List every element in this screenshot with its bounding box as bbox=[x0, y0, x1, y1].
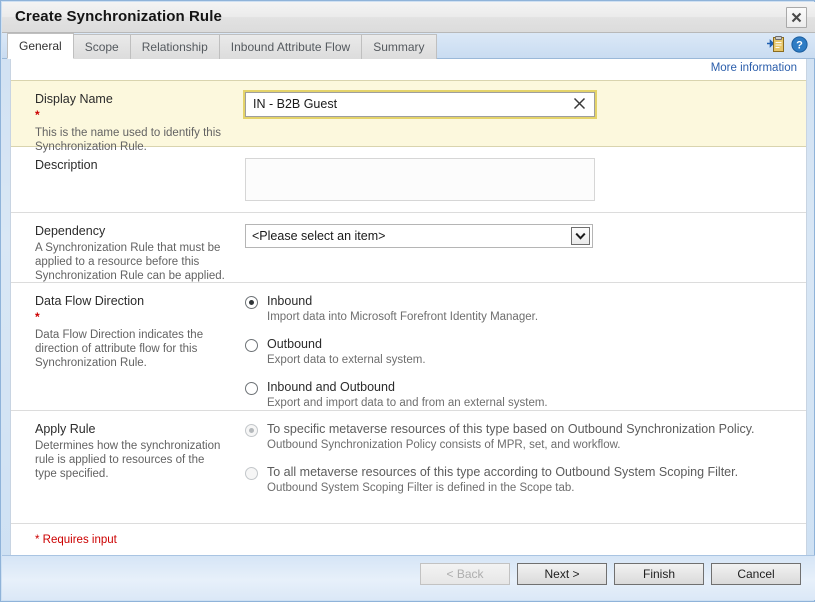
description-field-col bbox=[226, 158, 806, 201]
page-title: Create Synchronization Rule bbox=[15, 8, 222, 25]
data-flow-direction-label-col: Data Flow Direction * Data Flow Directio… bbox=[11, 294, 226, 399]
tab-inbound-attribute-flow[interactable]: Inbound Attribute Flow bbox=[219, 34, 363, 59]
more-information-row: More information bbox=[11, 59, 806, 80]
dependency-field-col: <Please select an item> bbox=[226, 224, 806, 271]
general-tab-panel: More information Display Name * This is … bbox=[10, 59, 807, 557]
tab-relationship-label: Relationship bbox=[141, 40, 208, 54]
finish-button[interactable]: Finish bbox=[614, 563, 704, 585]
apply-rule-title: Apply Rule bbox=[35, 422, 96, 436]
radio-inbound-and-outbound-label: Inbound and Outbound bbox=[267, 380, 395, 394]
cancel-button[interactable]: Cancel bbox=[711, 563, 801, 585]
description-textarea[interactable] bbox=[245, 158, 595, 201]
radio-inbound-and-outbound-text: Inbound and Outbound Export and import d… bbox=[258, 380, 548, 410]
display-name-title: Display Name bbox=[35, 92, 113, 106]
data-flow-direction-required-marker: * bbox=[35, 310, 40, 324]
display-name-field-col bbox=[226, 90, 806, 135]
display-name-input-wrapper[interactable] bbox=[243, 90, 597, 119]
radio-inbound-mark[interactable] bbox=[245, 296, 258, 309]
content-bottom-divider bbox=[11, 523, 806, 524]
footer-button-group: < Back Next > Finish Cancel bbox=[420, 563, 801, 585]
tab-scope-label: Scope bbox=[84, 40, 119, 54]
section-data-flow-direction: Data Flow Direction * Data Flow Directio… bbox=[11, 282, 806, 410]
radio-specific-metaverse-resources-sublabel: Outbound Synchronization Policy consists… bbox=[267, 439, 621, 451]
radio-all-metaverse-resources-sublabel: Outbound System Scoping Filter is define… bbox=[267, 482, 575, 494]
display-name-label-col: Display Name * This is the name used to … bbox=[11, 92, 226, 153]
description-label-col: Description bbox=[11, 158, 226, 201]
dependency-select[interactable]: <Please select an item> bbox=[245, 224, 593, 248]
radio-outbound-label: Outbound bbox=[267, 337, 322, 351]
tab-list: General Scope Relationship Inbound Attri… bbox=[7, 33, 437, 59]
apply-rule-description: Determines how the synchronization rule … bbox=[35, 440, 221, 480]
display-name-required-marker: * bbox=[35, 108, 40, 122]
finish-button-label: Finish bbox=[642, 567, 675, 581]
title-bar: Create Synchronization Rule bbox=[2, 2, 815, 33]
tab-general-label: General bbox=[19, 39, 62, 53]
tab-general[interactable]: General bbox=[7, 33, 74, 59]
dependency-description: A Synchronization Rule that must be appl… bbox=[35, 242, 225, 282]
description-title: Description bbox=[35, 158, 98, 172]
section-dependency: Dependency A Synchronization Rule that m… bbox=[11, 212, 806, 282]
tab-summary-label: Summary bbox=[373, 40, 425, 54]
radio-outbound[interactable]: Outbound Export data to external system. bbox=[245, 337, 806, 367]
cancel-button-label: Cancel bbox=[737, 567, 775, 581]
dialog-footer: < Back Next > Finish Cancel bbox=[2, 555, 815, 600]
radio-inbound-and-outbound[interactable]: Inbound and Outbound Export and import d… bbox=[245, 380, 806, 410]
apply-rule-field-col: To specific metaverse resources of this … bbox=[226, 422, 806, 495]
radio-specific-metaverse-resources-text: To specific metaverse resources of this … bbox=[258, 422, 755, 452]
tab-summary[interactable]: Summary bbox=[362, 34, 437, 59]
dialog-window: Create Synchronization Rule General Scop… bbox=[0, 0, 815, 602]
tab-scope[interactable]: Scope bbox=[73, 34, 131, 59]
dependency-title: Dependency bbox=[35, 224, 106, 238]
radio-inbound-text: Inbound Import data into Microsoft Foref… bbox=[258, 294, 538, 324]
display-name-input[interactable] bbox=[246, 94, 563, 115]
svg-text:?: ? bbox=[796, 40, 803, 52]
data-flow-direction-title: Data Flow Direction bbox=[35, 294, 145, 308]
radio-specific-metaverse-resources-mark bbox=[245, 424, 258, 437]
tab-strip: General Scope Relationship Inbound Attri… bbox=[2, 33, 815, 59]
section-apply-rule: Apply Rule Determines how the synchroniz… bbox=[11, 410, 806, 503]
close-button[interactable] bbox=[786, 7, 807, 28]
radio-all-metaverse-resources-mark bbox=[245, 467, 258, 480]
requires-input-note: * Requires input bbox=[35, 534, 117, 546]
add-to-clipboard-icon[interactable] bbox=[766, 36, 785, 53]
tab-inbound-attribute-flow-label: Inbound Attribute Flow bbox=[230, 40, 351, 54]
radio-inbound-label: Inbound bbox=[267, 294, 313, 308]
radio-specific-metaverse-resources: To specific metaverse resources of this … bbox=[245, 422, 806, 452]
apply-rule-radio-group: To specific metaverse resources of this … bbox=[245, 422, 806, 495]
next-button-label: Next > bbox=[544, 567, 580, 581]
radio-inbound[interactable]: Inbound Import data into Microsoft Foref… bbox=[245, 294, 806, 324]
radio-all-metaverse-resources: To all metaverse resources of this type … bbox=[245, 465, 806, 495]
radio-inbound-and-outbound-mark[interactable] bbox=[245, 382, 258, 395]
data-flow-direction-description: Data Flow Direction indicates the direct… bbox=[35, 329, 204, 369]
radio-outbound-mark[interactable] bbox=[245, 339, 258, 352]
tab-toolbar: ? bbox=[766, 36, 808, 53]
more-information-link[interactable]: More information bbox=[711, 62, 797, 74]
data-flow-direction-field-col: Inbound Import data into Microsoft Foref… bbox=[226, 294, 806, 409]
chevron-down-icon[interactable] bbox=[571, 227, 590, 245]
section-display-name: Display Name * This is the name used to … bbox=[11, 80, 806, 153]
radio-outbound-text: Outbound Export data to external system. bbox=[258, 337, 426, 367]
data-flow-direction-radio-group: Inbound Import data into Microsoft Foref… bbox=[245, 294, 806, 410]
radio-outbound-sublabel: Export data to external system. bbox=[267, 354, 426, 366]
dependency-label-col: Dependency A Synchronization Rule that m… bbox=[11, 224, 226, 282]
close-icon bbox=[791, 12, 802, 23]
dependency-selected-value: <Please select an item> bbox=[252, 229, 386, 243]
section-description: Description bbox=[11, 147, 806, 212]
radio-specific-metaverse-resources-label: To specific metaverse resources of this … bbox=[267, 422, 755, 436]
next-button[interactable]: Next > bbox=[517, 563, 607, 585]
radio-inbound-sublabel: Import data into Microsoft Forefront Ide… bbox=[267, 311, 539, 323]
back-button-label: < Back bbox=[446, 567, 484, 581]
tab-relationship[interactable]: Relationship bbox=[130, 34, 220, 59]
clear-icon[interactable] bbox=[573, 97, 586, 110]
radio-all-metaverse-resources-label: To all metaverse resources of this type … bbox=[267, 465, 739, 479]
help-icon[interactable]: ? bbox=[791, 36, 808, 53]
radio-inbound-and-outbound-sublabel: Export and import data to and from an ex… bbox=[267, 397, 548, 409]
radio-all-metaverse-resources-text: To all metaverse resources of this type … bbox=[258, 465, 738, 495]
apply-rule-label-col: Apply Rule Determines how the synchroniz… bbox=[11, 422, 226, 492]
back-button[interactable]: < Back bbox=[420, 563, 510, 585]
